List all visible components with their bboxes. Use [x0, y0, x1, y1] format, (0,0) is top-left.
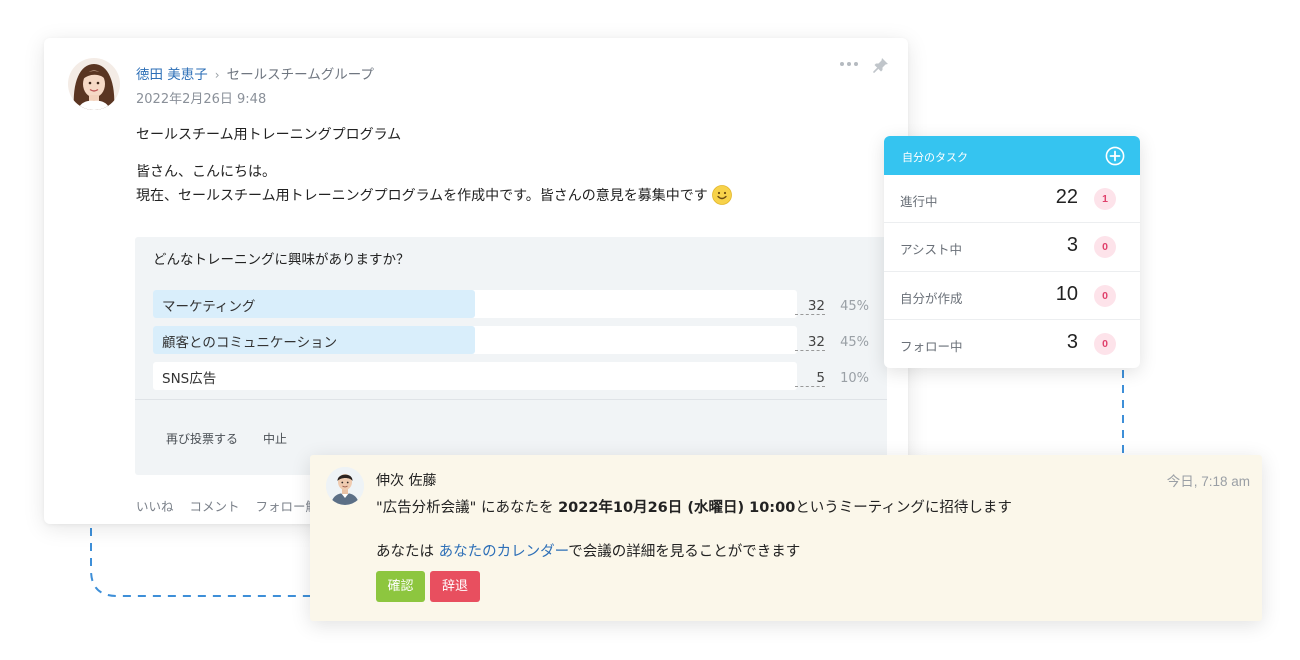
task-badge: 0 — [1094, 284, 1116, 307]
poll-option-count[interactable]: 5 — [795, 370, 825, 387]
task-count: 10 — [1055, 282, 1078, 305]
stop-poll-button[interactable]: 中止 — [263, 430, 287, 447]
author-name-link[interactable]: 徳田 美恵子 — [136, 67, 208, 83]
task-label: フォロー中 — [900, 338, 963, 354]
post-body-line: 皆さん、こんにちは。 — [136, 164, 276, 180]
follow-button[interactable]: フォロー解 — [256, 499, 319, 514]
poll: どんなトレーニングに興味がありますか？ マーケティング 32 45% 顧客とのコ… — [135, 237, 887, 475]
task-row-in-progress[interactable]: 進行中 22 1 — [884, 175, 1140, 224]
poll-option-label: 顧客とのコミュニケーション — [162, 335, 338, 351]
task-label: 進行中 — [900, 194, 938, 209]
sender-name[interactable]: 伸次 佐藤 — [376, 470, 436, 490]
post-date: 2022年2月26日 9:48 — [136, 92, 267, 107]
poll-option-count[interactable]: 32 — [795, 334, 825, 351]
post-body: 皆さん、こんにちは。 現在、セールスチーム用トレーニングプログラムを作成中です。… — [136, 160, 732, 208]
my-tasks-widget: 自分のタスク 進行中 22 1 アシスト中 3 0 自分が作成 10 0 フォロ… — [884, 136, 1140, 368]
post-card: 徳田 美恵子 › セールスチームグループ 2022年2月26日 9:48 セールスチ… — [44, 38, 908, 524]
decline-button[interactable]: 辞退 — [430, 571, 480, 602]
poll-option[interactable]: マーケティング — [153, 290, 797, 318]
invitation-message: "広告分析会議" にあなたを 2022年10月26日 (水曜日) 10:00とい… — [376, 496, 1012, 517]
author-avatar[interactable] — [68, 58, 120, 110]
poll-option-percent: 45% — [840, 335, 869, 350]
task-count: 22 — [1055, 186, 1078, 208]
poll-option-label: SNS広告 — [162, 371, 217, 387]
task-count: 3 — [1066, 330, 1078, 353]
comment-button[interactable]: コメント — [190, 499, 240, 514]
task-label: アシスト中 — [900, 242, 963, 258]
poll-option[interactable]: 顧客とのコミュニケーション — [153, 326, 797, 354]
pin-icon[interactable] — [872, 56, 890, 74]
poll-option-label: マーケティング — [162, 299, 256, 315]
poll-option[interactable]: SNS広告 — [153, 362, 797, 390]
hint-text: で会議の詳細を見ることができます — [568, 544, 801, 560]
hint-text: あなたは — [376, 544, 439, 560]
post-actions: いいね コメント フォロー解 — [136, 496, 330, 515]
like-button[interactable]: いいね — [136, 499, 174, 514]
poll-option-percent: 45% — [840, 299, 869, 314]
message-text: "広告分析会議" にあなたを — [376, 500, 559, 516]
revote-button[interactable]: 再び投票する — [166, 430, 238, 447]
poll-divider — [135, 399, 887, 400]
task-badge: 1 — [1094, 188, 1116, 210]
meeting-datetime: 2022年10月26日 (水曜日) 10:00 — [558, 500, 796, 516]
calendar-link[interactable]: あなたのカレンダー — [439, 544, 569, 560]
meeting-invitation-notification: 伸次 佐藤 今日, 7:18 am "広告分析会議" にあなたを 2022年10… — [310, 455, 1262, 621]
add-task-plus-icon[interactable] — [1105, 146, 1125, 166]
task-row-assisting[interactable]: アシスト中 3 0 — [884, 223, 1140, 272]
calendar-hint: あなたは あなたのカレンダーで会議の詳細を見ることができます — [376, 540, 800, 561]
more-dots-icon[interactable] — [838, 56, 860, 72]
task-label: 自分が作成 — [900, 290, 963, 306]
post-title: セールスチーム用トレーニングプログラム — [136, 127, 402, 143]
smile-emoji-icon — [711, 185, 732, 205]
tasks-header: 自分のタスク — [884, 136, 1140, 175]
post-header: 徳田 美恵子 › セールスチームグループ — [136, 63, 374, 83]
message-text: というミーティングに招待します — [795, 500, 1012, 516]
post-body-line: 現在、セールスチーム用トレーニングプログラムを作成中です。皆さんの意見を募集中で… — [136, 188, 708, 204]
sender-avatar[interactable] — [326, 467, 364, 505]
task-row-created-by-me[interactable]: 自分が作成 10 0 — [884, 272, 1140, 320]
tasks-title: 自分のタスク — [902, 151, 968, 164]
notification-time: 今日, 7:18 am — [1166, 474, 1250, 489]
task-row-following[interactable]: フォロー中 3 0 — [884, 320, 1140, 368]
group-name-link[interactable]: セールスチームグループ — [227, 67, 374, 83]
task-count: 3 — [1066, 234, 1078, 257]
poll-question: どんなトレーニングに興味がありますか？ — [153, 252, 410, 268]
poll-option-count[interactable]: 32 — [795, 298, 825, 315]
task-badge: 0 — [1094, 332, 1116, 355]
poll-option-percent: 10% — [840, 371, 869, 386]
confirm-button[interactable]: 確認 — [376, 571, 425, 602]
task-badge: 0 — [1094, 236, 1116, 259]
chevron-right-icon: › — [214, 68, 220, 82]
